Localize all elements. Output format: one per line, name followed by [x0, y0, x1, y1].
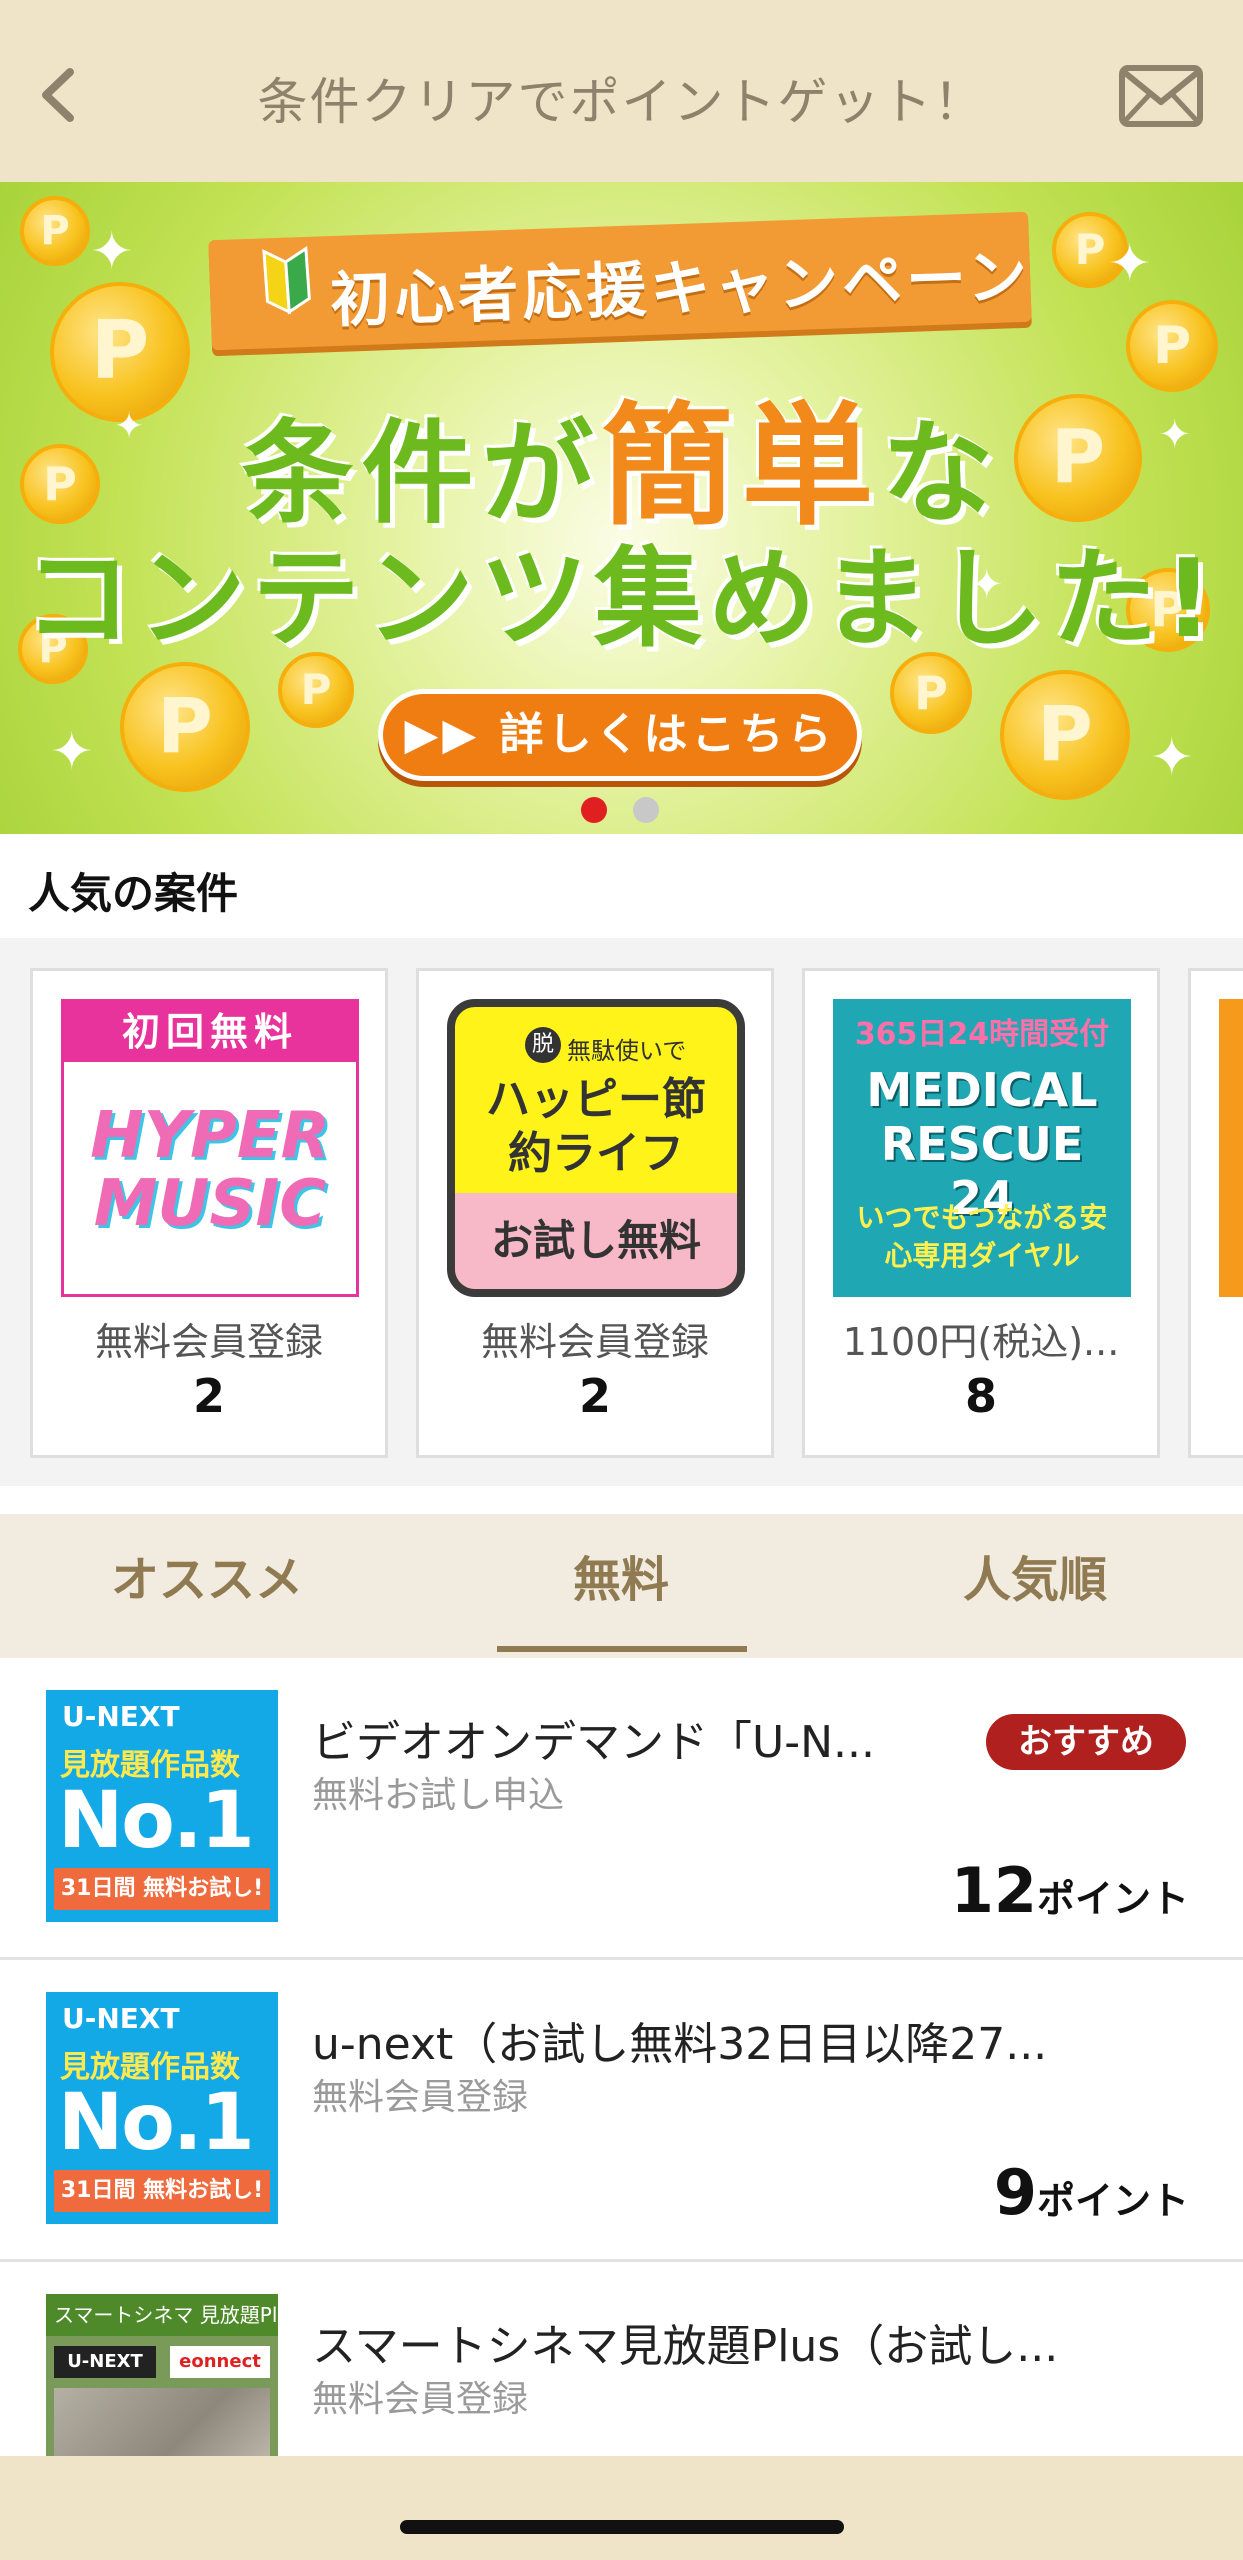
tab-popular[interactable]: 人気順 [828, 1540, 1242, 1620]
thumb-brand: U-NEXT [62, 2002, 180, 2035]
popular-card[interactable]: 初回無料 HYPER MUSIC 無料会員登録 2 [30, 968, 388, 1458]
item-points: 12ポイント [950, 1854, 1189, 1927]
thumb-footer: お試し無料 [455, 1193, 737, 1289]
item-points: 9ポイント [993, 2156, 1189, 2229]
tab-free[interactable]: 無料 [414, 1540, 828, 1620]
home-indicator[interactable] [400, 2520, 844, 2534]
item-thumbnail: U-NEXT 見放題作品数 No.1 31日間 無料お試し! [46, 1992, 278, 2224]
popular-section-title: 人気の案件 [28, 869, 239, 918]
coin-icon: P [120, 662, 250, 792]
thumb-badge: 脱 [525, 1027, 561, 1063]
card-label: 1100円(税込)... [842, 1320, 1120, 1364]
popular-card[interactable] [1188, 968, 1243, 1458]
active-tab-indicator [497, 1646, 747, 1652]
thumb-logo: HYPER MUSIC [90, 1099, 330, 1241]
thumb-caption: スマートシネマ 見放題Plus [46, 2294, 278, 2336]
page-title: 条件クリアでポイントゲット！ [257, 73, 986, 131]
card-thumbnail [1219, 999, 1243, 1297]
sparkle-icon: ✦ [50, 722, 94, 782]
card-points: 2 [192, 1369, 225, 1423]
bottom-safe-area [0, 2456, 1243, 2560]
tab-recommended[interactable]: オススメ [0, 1540, 414, 1620]
thumb-brand: U-NEXT [54, 2346, 156, 2378]
item-subtitle: 無料会員登録 [312, 2379, 529, 2420]
banner-headline-2: コンテンツ集めました! [23, 537, 1220, 662]
thumb-footer: 31日間 無料お試し! [54, 1868, 270, 1910]
sparkle-icon: ✦ [1150, 728, 1194, 788]
item-subtitle: 無料会員登録 [312, 2077, 529, 2118]
card-thumbnail: 365日24時間受付 MEDICAL RESCUE 24 いつでもつながる安心専… [833, 999, 1131, 1297]
card-thumbnail: 初回無料 HYPER MUSIC [61, 999, 359, 1297]
item-thumbnail: U-NEXT 見放題作品数 No.1 31日間 無料お試し! [46, 1690, 278, 1922]
thumb-ribbon: 初回無料 [64, 1002, 356, 1062]
carousel-dot-active[interactable] [581, 797, 607, 823]
item-subtitle: 無料お試し申込 [312, 1775, 565, 1816]
thumb-partner: eonnect [170, 2346, 270, 2378]
popular-card[interactable]: 365日24時間受付 MEDICAL RESCUE 24 いつでもつながる安心専… [802, 968, 1160, 1458]
campaign-banner[interactable]: P P P P P P P P P P P P ✦ ✦ ✦ ✦ ✦ ✦ ✦ 初心… [0, 182, 1243, 834]
card-points: 8 [964, 1369, 997, 1423]
item-title: スマートシネマ見放題Plus（お試し... [312, 2321, 1059, 2372]
thumb-brand: U-NEXT [62, 1700, 180, 1733]
list-item[interactable]: U-NEXT 見放題作品数 No.1 31日間 無料お試し! u-next（お試… [0, 1960, 1243, 2262]
thumb-footer: いつでもつながる安心専用ダイヤル [856, 1201, 1108, 1272]
app-header: 条件クリアでポイントゲット！ [0, 0, 1243, 182]
popular-card[interactable]: 脱 無駄使いで ハッピー節約ライフ お試し無料 無料会員登録 2 [416, 968, 774, 1458]
item-title: ビデオオンデマンド「U-N... [312, 1717, 875, 1768]
beginner-mark-icon [262, 245, 311, 315]
sparkle-icon: ✦ [90, 222, 134, 282]
thumb-caption: 無駄使いで [567, 1037, 687, 1065]
mail-icon[interactable] [1118, 64, 1204, 128]
thumb-headline: No.1 [58, 1776, 255, 1866]
card-points: 2 [578, 1369, 611, 1423]
banner-details-button[interactable]: ▶▶ 詳しくはこちら [378, 689, 862, 781]
sparkle-icon: ✦ [1108, 234, 1152, 294]
thumb-headline: ハッピー節約ライフ [486, 1074, 706, 1179]
carousel-dot[interactable] [633, 797, 659, 823]
card-thumbnail: 脱 無駄使いで ハッピー節約ライフ お試し無料 [447, 999, 745, 1297]
thumb-footer: 31日間 無料お試し! [54, 2170, 270, 2212]
card-label: 無料会員登録 [94, 1320, 323, 1364]
card-label: 無料会員登録 [480, 1320, 709, 1364]
recommended-badge: おすすめ [986, 1714, 1186, 1770]
coin-icon: P [20, 196, 90, 266]
thumb-caption: 365日24時間受付 [854, 1017, 1110, 1052]
coin-icon: P [1000, 670, 1130, 800]
list-item[interactable]: U-NEXT 見放題作品数 No.1 31日間 無料お試し! ビデオオンデマンド… [0, 1658, 1243, 1960]
item-title: u-next（お試し無料32日目以降27... [312, 2019, 1048, 2070]
thumb-headline: No.1 [58, 2078, 255, 2168]
